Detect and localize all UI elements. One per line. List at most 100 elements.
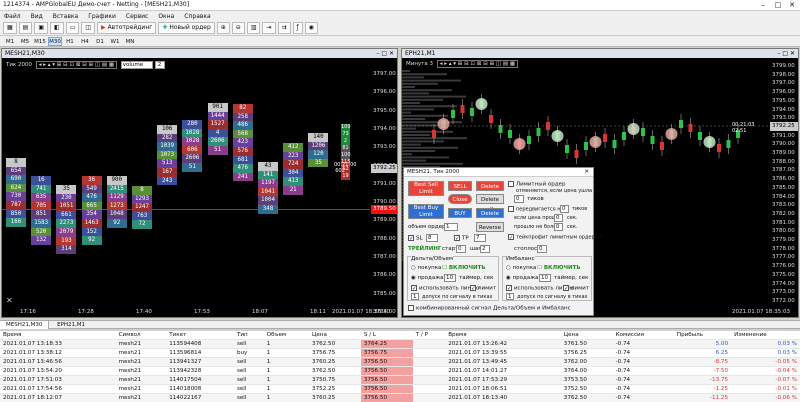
- combined-signal-row[interactable]: комбинированный сигнал Дельта/Объем и Им…: [408, 305, 571, 312]
- zoom-in-icon[interactable]: ⊕: [216, 22, 230, 34]
- autotrade-button[interactable]: ▶ Автотрейдинг: [97, 22, 157, 34]
- buy-button[interactable]: BUY: [448, 208, 472, 218]
- table-row[interactable]: 2021.01.07 17:51:03 mesh21 114017504 sell 1 3…: [0, 375, 800, 385]
- menu-charts[interactable]: Графики: [88, 13, 116, 20]
- column-header[interactable]: Прибыль: [673, 331, 732, 340]
- tf-m15[interactable]: M15: [33, 37, 47, 46]
- menu-file[interactable]: Файл: [4, 13, 21, 20]
- navigator-icon[interactable]: ◧: [50, 22, 64, 34]
- strategy-tester-icon[interactable]: ◫: [81, 22, 96, 34]
- imb-enable-button[interactable]: ☐ ВКЛЮЧИТЬ: [537, 265, 581, 271]
- maximize-button[interactable]: □: [771, 0, 785, 10]
- menu-tools[interactable]: Сервис: [126, 13, 148, 20]
- minimize-button[interactable]: –: [756, 0, 770, 10]
- table-row[interactable]: 2021.01.07 13:54:20 mesh21 113942328 sell 1 3…: [0, 366, 800, 376]
- column-header[interactable]: Изменение: [731, 331, 800, 340]
- column-header[interactable]: S / L: [360, 331, 413, 340]
- column-header[interactable]: Время: [445, 331, 561, 340]
- imb-limit[interactable]: ✓ лимит: [563, 285, 589, 292]
- tf-m1[interactable]: M1: [3, 37, 17, 46]
- right-chart-close-icon[interactable]: – □ ✕: [777, 49, 795, 58]
- terminal-icon[interactable]: ▭: [65, 22, 80, 34]
- menu-windows[interactable]: Окна: [158, 13, 174, 20]
- delta-allow-input[interactable]: 1: [411, 293, 419, 300]
- menu-view[interactable]: Вид: [31, 13, 43, 20]
- column-header[interactable]: Цена: [309, 331, 361, 340]
- order-panel-close-icon[interactable]: ✕: [584, 168, 589, 177]
- autoscroll-icon[interactable]: ⇉: [277, 22, 291, 34]
- cross-input[interactable]: 0: [554, 214, 563, 222]
- best-sell-limit-button[interactable]: Best Sell Limit 3792.25: [408, 181, 444, 202]
- column-header[interactable]: T / P: [412, 331, 446, 340]
- imb-allow-input[interactable]: 1: [506, 293, 514, 300]
- tab-mesh21[interactable]: MESH21,M30: [0, 321, 50, 329]
- crosshair-icon[interactable]: ✕: [6, 296, 13, 305]
- limit-order-checkbox[interactable]: [508, 181, 514, 187]
- new-order-button[interactable]: ✚ Новый ордер: [158, 22, 215, 34]
- tf-m5[interactable]: M5: [18, 37, 32, 46]
- column-header[interactable]: Комиссия: [612, 331, 674, 340]
- imb-timer-input[interactable]: 10: [539, 274, 551, 282]
- volume-select[interactable]: volume: [120, 61, 153, 69]
- takeprofit-checkbox[interactable]: ✓: [508, 234, 514, 241]
- templates-icon[interactable]: ◉: [304, 22, 318, 34]
- menu-insert[interactable]: Вставка: [53, 13, 78, 20]
- menu-help[interactable]: Справка: [184, 13, 210, 20]
- table-row[interactable]: 2021.01.07 17:54:56 mesh21 114018008 sell 1 3…: [0, 384, 800, 394]
- column-header[interactable]: Тип: [233, 331, 264, 340]
- imb-buy-radio[interactable]: ○ покупка: [506, 265, 536, 271]
- close-window-button[interactable]: ✕: [785, 0, 799, 10]
- delta-enable-button[interactable]: ☐ ВКЛЮЧИТЬ: [442, 265, 486, 271]
- sl-checkbox[interactable]: ✓: [408, 235, 414, 242]
- column-header[interactable]: Цена: [560, 331, 613, 340]
- imb-sell-radio[interactable]: ◉ продажа: [506, 275, 539, 281]
- tf-w1[interactable]: W1: [108, 37, 122, 46]
- table-row[interactable]: 2021.01.07 18:12:07 mesh21 114022167 sell 1 3…: [0, 393, 800, 402]
- trail-start-input[interactable]: 0: [456, 245, 466, 253]
- profiles-icon[interactable]: ▤: [18, 22, 33, 34]
- volume-number[interactable]: 2: [154, 61, 165, 69]
- delta-sell-radio[interactable]: ◉ продажа: [411, 275, 444, 281]
- move-input[interactable]: 0: [560, 205, 569, 213]
- sell-button[interactable]: SELL: [448, 181, 472, 191]
- tf-m30[interactable]: M30: [48, 36, 62, 46]
- passed-input[interactable]: 0: [554, 223, 563, 231]
- volume-input[interactable]: 1: [444, 223, 458, 231]
- left-chart-close-icon[interactable]: – □ ✕: [376, 49, 394, 58]
- column-header[interactable]: Объем: [263, 331, 310, 340]
- zoom-out-icon[interactable]: ⊖: [231, 22, 245, 34]
- chart-shift-icon[interactable]: ⇥: [262, 22, 276, 34]
- delta-buy-radio[interactable]: ○ покупка: [411, 265, 441, 271]
- tp-checkbox[interactable]: ✓: [454, 235, 460, 242]
- close-button[interactable]: Close: [448, 194, 472, 204]
- table-row[interactable]: 2021.01.07 13:38:12 mesh21 113596814 buy 1 37…: [0, 348, 800, 358]
- table-row[interactable]: 2021.01.07 13:46:56 mesh21 113941327 sell 1 3…: [0, 357, 800, 367]
- indicators-icon[interactable]: ƒ: [292, 22, 303, 34]
- left-chart-canvas[interactable]: Тик 2000 ◂ ▸ ▴ ▾ ⊞ ⊟ ⊡ ⊠ ⊟ ⊞ ◫ ▤ ▦ volum…: [2, 58, 397, 317]
- market-watch-icon[interactable]: ▣: [34, 22, 49, 34]
- table-row[interactable]: 2021.01.07 13:18:33 mesh21 113594408 sell 1 3…: [0, 339, 800, 349]
- new-chart-icon[interactable]: ▦: [3, 22, 17, 34]
- right-chart-nav-icons[interactable]: ◂ ▸ ▴ ▾ ⊞ ⊟ ⊡ ⊠ ⊟ ⊞ ◫ ▤ ▦: [436, 60, 519, 68]
- tab-eph21[interactable]: EPH21,M1: [51, 321, 91, 329]
- delta-timer-input[interactable]: 10: [444, 274, 456, 282]
- column-header[interactable]: Время: [0, 331, 116, 340]
- trail-step-input[interactable]: 2: [480, 245, 490, 253]
- reverse-button[interactable]: Reverse: [476, 222, 504, 232]
- cancel-ticks-input[interactable]: 0: [514, 195, 524, 203]
- tf-d1[interactable]: D1: [93, 37, 107, 46]
- delete-buy-button[interactable]: Delete: [476, 208, 504, 218]
- delta-limit[interactable]: ✓ лимит: [470, 285, 496, 292]
- best-buy-limit-button[interactable]: Best Buy Limit 3792.25: [408, 204, 444, 225]
- tp-input[interactable]: 7: [474, 234, 486, 242]
- move-checkbox[interactable]: [508, 206, 514, 212]
- column-header[interactable]: Тикет: [166, 331, 234, 340]
- tile-windows-icon[interactable]: ▥: [246, 22, 261, 34]
- column-header[interactable]: Символ: [115, 331, 167, 340]
- delete-sell-button[interactable]: Delete: [476, 181, 504, 191]
- chart-nav-icons[interactable]: ◂ ▸ ▴ ▾ ⊞ ⊟ ⊡ ⊠ ⊟ ⊞ ◫ ▤ ▦: [35, 61, 118, 69]
- stoploss-input[interactable]: 0: [537, 245, 547, 253]
- delete-all-button[interactable]: Delete all: [476, 194, 504, 213]
- tf-mn[interactable]: MN: [123, 37, 137, 46]
- tf-h4[interactable]: H4: [78, 37, 92, 46]
